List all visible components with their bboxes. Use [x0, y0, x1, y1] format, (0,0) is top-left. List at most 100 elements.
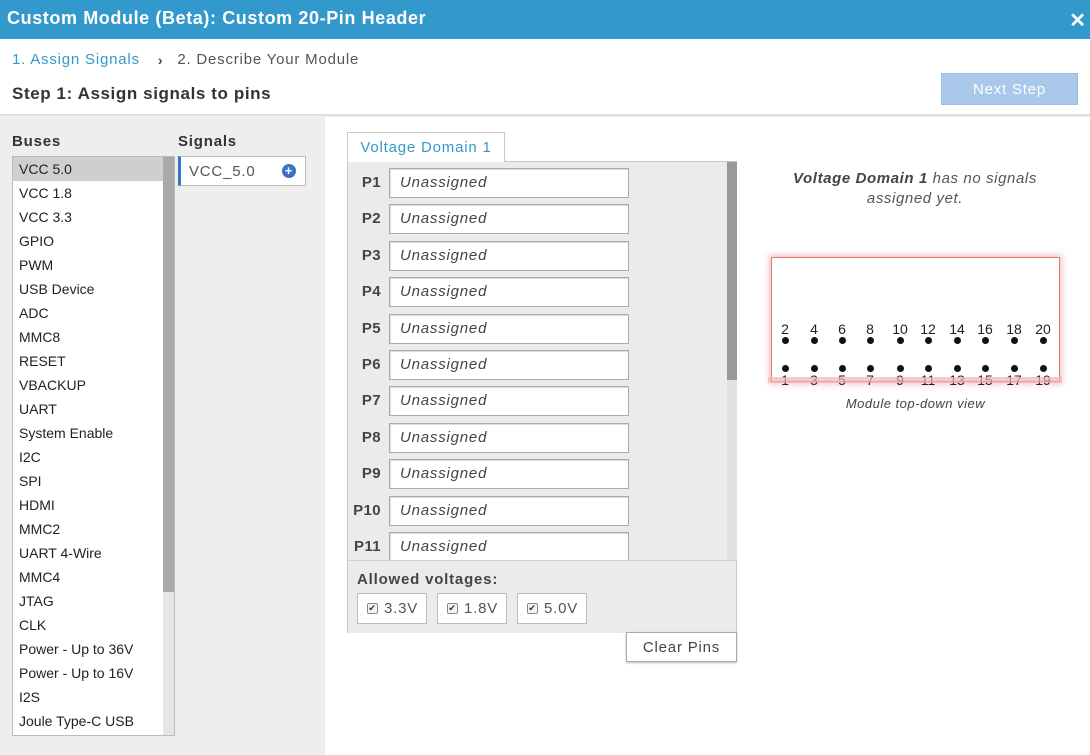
pin-list-scrollbar[interactable]	[727, 162, 737, 560]
pin-list-scroll-thumb[interactable]	[727, 162, 737, 380]
pin-signal-field[interactable]: Unassigned	[389, 240, 629, 271]
voltage-label: 1.8V	[464, 600, 499, 617]
header-pin-number: 16	[977, 321, 993, 337]
checkbox-icon[interactable]: ✔	[367, 603, 378, 614]
header-pin-number: 20	[1035, 321, 1051, 337]
bus-item[interactable]: ADC	[13, 301, 164, 325]
header-pin-dot	[1040, 365, 1047, 372]
voltage-label: 5.0V	[544, 600, 579, 617]
pin-signal-field[interactable]: Unassigned	[389, 168, 629, 198]
pin-panel: P1 Unassigned P2 Unassigned P3 Unassigned P4 Un…	[347, 161, 737, 633]
pin-signal-field[interactable]: Unassigned	[389, 422, 629, 453]
close-icon[interactable]: ✕	[1069, 8, 1086, 33]
bus-item[interactable]: UART 4-Wire	[13, 541, 164, 565]
pin-row: P10 Unassigned	[348, 495, 727, 526]
signal-item[interactable]: VCC_5.0 +	[178, 156, 306, 186]
pin-row: P6 Unassigned	[348, 350, 727, 380]
bus-item[interactable]: VCC 1.8	[13, 181, 164, 205]
pin-signal-field[interactable]: Unassigned	[389, 350, 629, 380]
pin-label: P7	[361, 392, 381, 410]
bus-item[interactable]: MMC4	[13, 565, 164, 589]
checkbox-icon[interactable]: ✔	[447, 603, 458, 614]
pin-row: P4 Unassigned	[348, 277, 727, 308]
header-pin-dot	[839, 337, 846, 344]
pin-row: P5 Unassigned	[348, 313, 727, 344]
buses-label: Buses	[12, 133, 62, 150]
pin-label: P11	[353, 538, 381, 555]
plus-circle-icon[interactable]: +	[282, 164, 296, 178]
voltage-domain-name: Voltage Domain 1	[793, 170, 928, 187]
pin-label: P1	[361, 174, 381, 191]
tab-voltage-domain-1[interactable]: Voltage Domain 1	[347, 132, 505, 162]
bus-item[interactable]: I2C	[13, 445, 164, 469]
bus-item[interactable]: MMC2	[13, 517, 164, 541]
bus-list-scrollbar[interactable]	[163, 157, 174, 735]
header-pin-number: 10	[892, 321, 908, 337]
header-pin-number: 14	[949, 321, 965, 337]
pin-row: P7 Unassigned	[348, 386, 727, 417]
bus-list-scroll-thumb[interactable]	[163, 157, 174, 592]
pin-row: P3 Unassigned	[348, 240, 727, 271]
bus-item[interactable]: GPIO	[13, 229, 164, 253]
bus-item[interactable]: MMC8	[13, 325, 164, 349]
module-edge-highlight	[768, 377, 1062, 383]
bus-item[interactable]: RESET	[13, 349, 164, 373]
pin-signal-field[interactable]: Unassigned	[389, 459, 629, 490]
header-pin-number: 2	[781, 321, 789, 337]
voltage-checkbox[interactable]: ✔ 3.3V	[357, 593, 427, 624]
header-pin-dot	[1011, 337, 1018, 344]
chevron-right-icon: ›	[157, 51, 164, 68]
module-view-caption: Module top-down view	[845, 396, 986, 411]
voltage-checkbox[interactable]: ✔ 1.8V	[437, 593, 507, 624]
header-pin-dot	[839, 365, 846, 372]
bus-item[interactable]: HDMI	[13, 493, 164, 517]
bus-item[interactable]: CLK	[13, 613, 164, 637]
signal-label: VCC_5.0	[189, 162, 256, 180]
pin-row: P9 Unassigned	[348, 459, 727, 490]
bus-item[interactable]: SPI	[13, 469, 164, 493]
header-pin-dot	[982, 337, 989, 344]
header-pin-dot	[897, 337, 904, 344]
checkbox-icon[interactable]: ✔	[527, 603, 538, 614]
pin-label: P10	[353, 501, 381, 519]
bus-item[interactable]: UART	[13, 397, 164, 421]
bus-item[interactable]: PWM	[13, 253, 164, 277]
next-step-button[interactable]: Next Step	[941, 73, 1078, 105]
pin-row: P11 Unassigned	[348, 532, 727, 560]
pin-signal-field[interactable]: Unassigned	[389, 313, 629, 344]
bus-item[interactable]: I2S	[13, 685, 164, 709]
window-title: Custom Module (Beta): Custom 20-Pin Head…	[7, 8, 427, 28]
clear-pins-button[interactable]: Clear Pins	[626, 632, 737, 662]
bus-item[interactable]: VCC 3.3	[13, 205, 164, 229]
bus-item[interactable]: VBACKUP	[13, 373, 164, 397]
header-pin-dot	[811, 337, 818, 344]
header-pin-dot	[897, 365, 904, 372]
pin-signal-field[interactable]: Unassigned	[389, 204, 629, 235]
wizard-step-describe-module[interactable]: 2. Describe Your Module	[177, 51, 359, 68]
header-pin-number: 4	[810, 321, 818, 337]
bus-list[interactable]: VCC 5.0 VCC 1.8 VCC 3.3 GPIO PWM USB Device AD…	[12, 156, 175, 736]
bus-item[interactable]: Power - Up to 36V	[13, 637, 164, 661]
pin-row: P8 Unassigned	[348, 422, 727, 453]
header-pin-dot	[867, 365, 874, 372]
pin-signal-field[interactable]: Unassigned	[389, 495, 629, 526]
wizard-step-assign-signals[interactable]: 1. Assign Signals	[12, 51, 140, 68]
header-pin-dot	[954, 337, 961, 344]
bus-item[interactable]: System Enable	[13, 421, 164, 445]
bus-item[interactable]: Joule Type-C USB	[13, 709, 164, 733]
header-pin-dot	[782, 337, 789, 344]
header-pin-dot	[1011, 365, 1018, 372]
bus-item[interactable]: JTAG	[13, 589, 164, 613]
header-pin-dot	[811, 365, 818, 372]
window-title-bar: Custom Module (Beta): Custom 20-Pin Head…	[0, 0, 1090, 39]
pin-signal-field[interactable]: Unassigned	[389, 532, 629, 560]
header-pin-dot	[982, 365, 989, 372]
bus-item[interactable]: USB Device	[13, 277, 164, 301]
pin-signal-field[interactable]: Unassigned	[389, 277, 629, 308]
pin-list: P1 Unassigned P2 Unassigned P3 Unassigned P4 Un…	[348, 162, 727, 560]
header-pin-dot	[782, 365, 789, 372]
voltage-checkbox[interactable]: ✔ 5.0V	[517, 593, 587, 624]
bus-item[interactable]: VCC 5.0	[13, 157, 164, 181]
pin-signal-field[interactable]: Unassigned	[389, 386, 629, 417]
bus-item[interactable]: Power - Up to 16V	[13, 661, 164, 685]
